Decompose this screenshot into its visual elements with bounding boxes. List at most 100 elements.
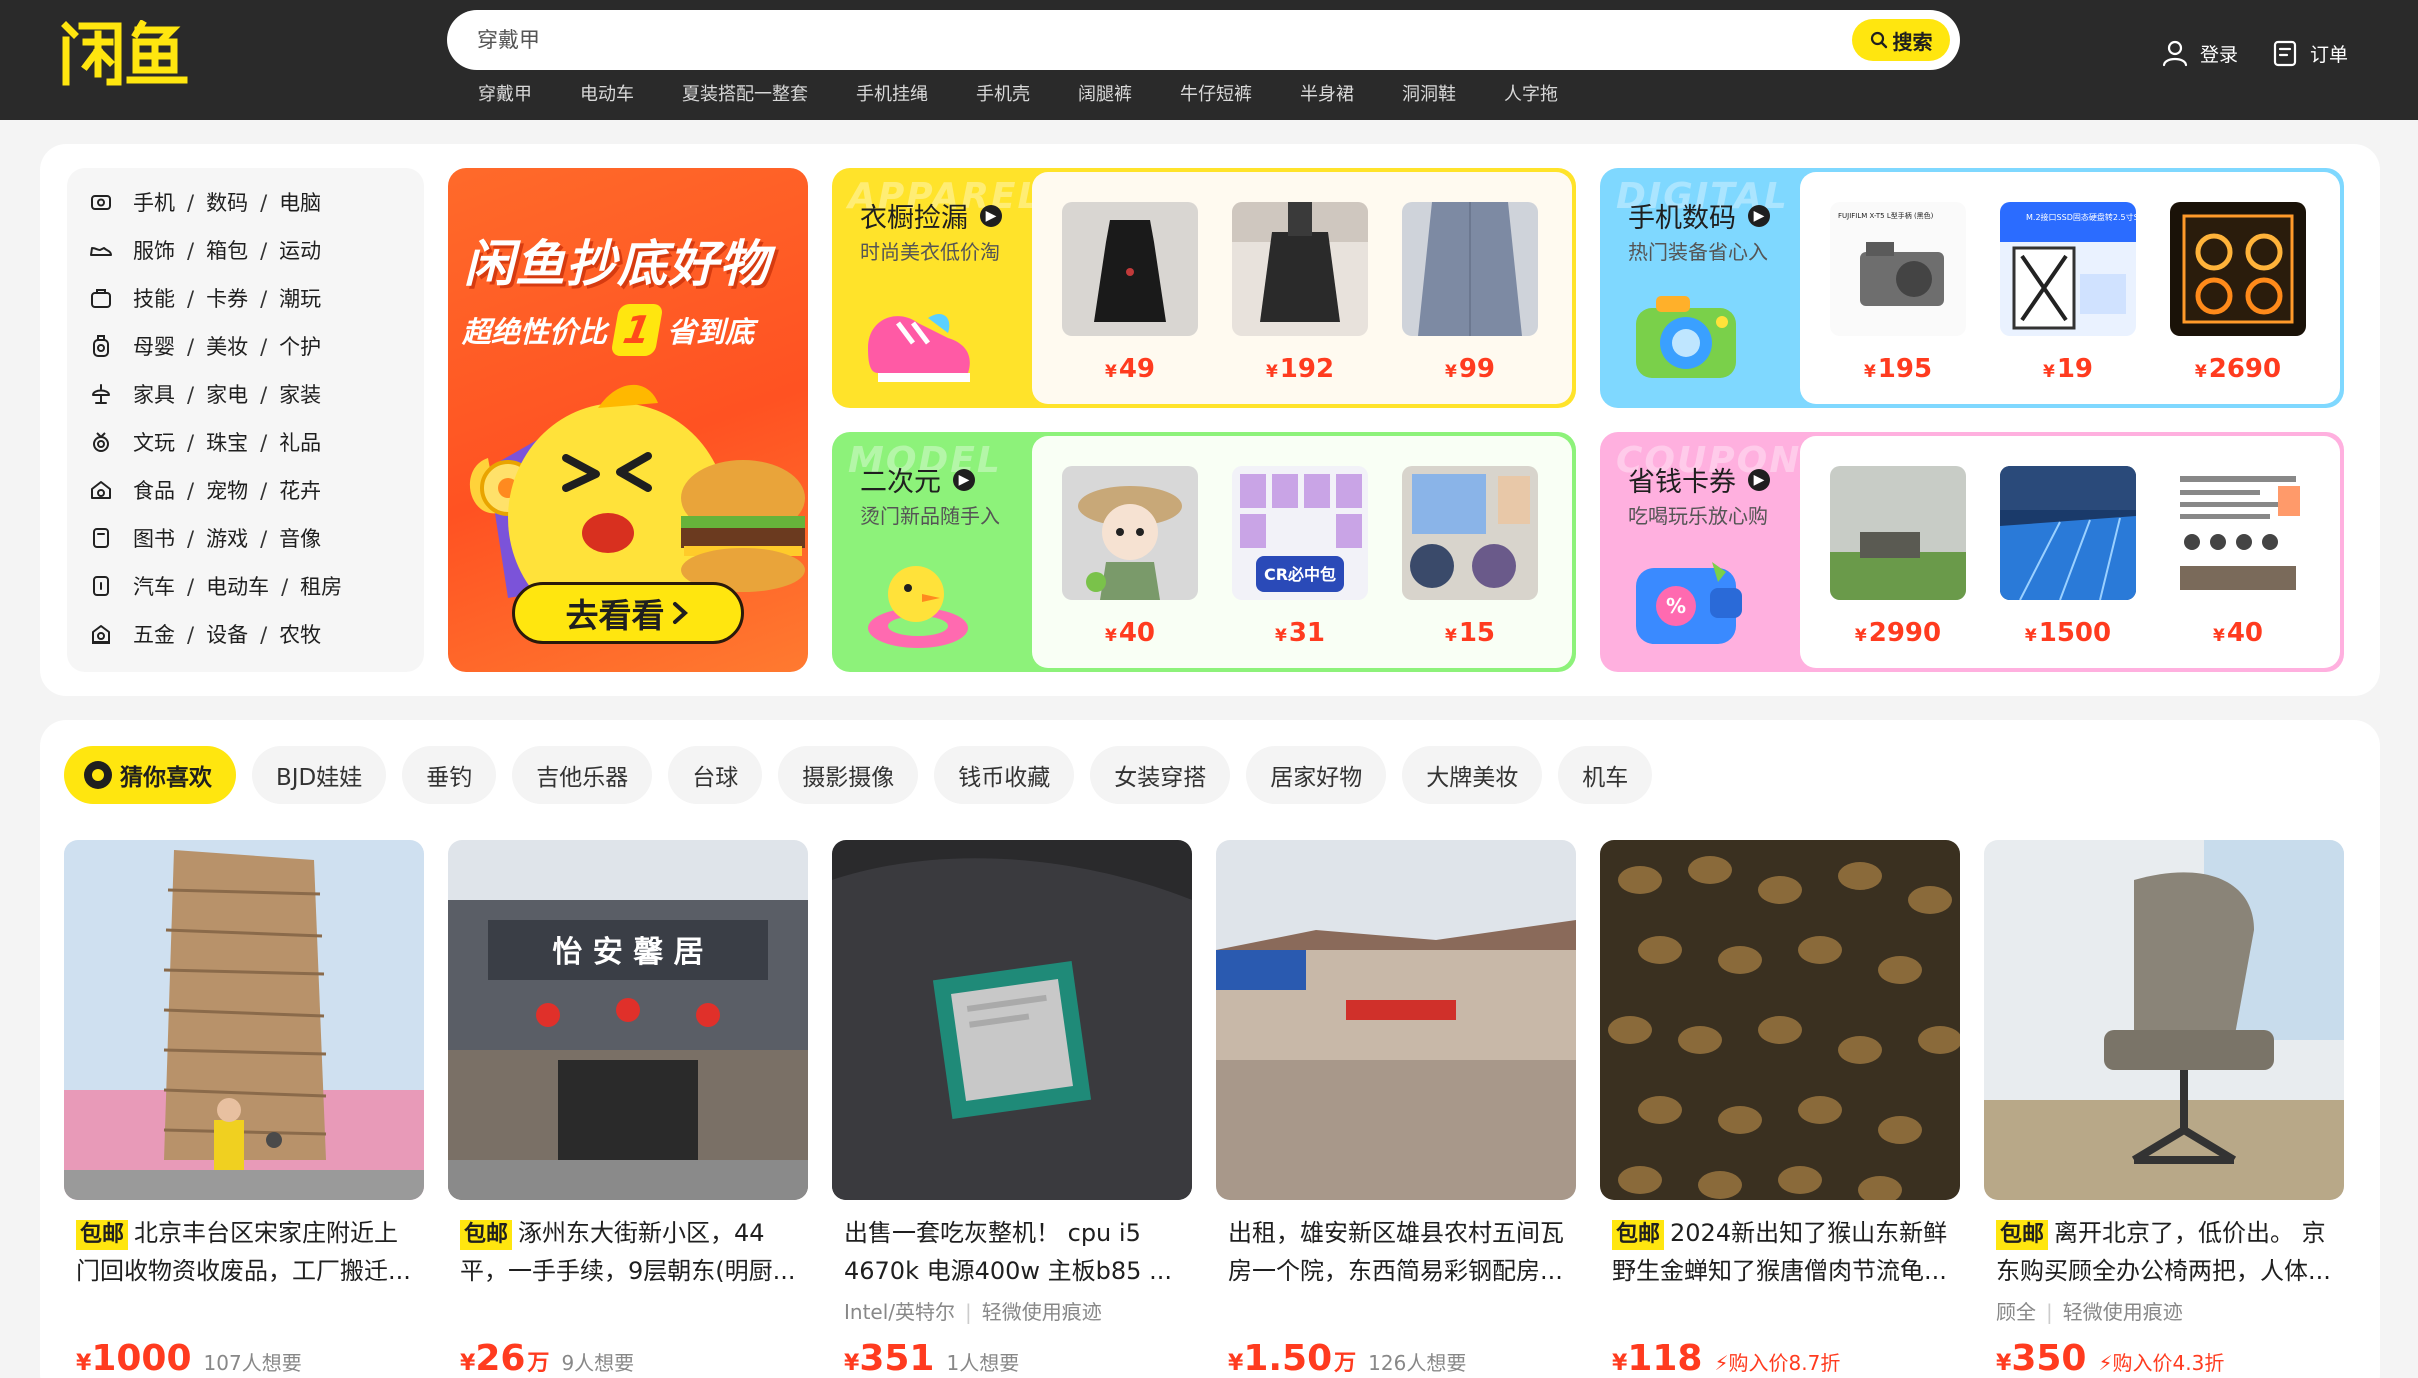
panel-title[interactable]: 衣橱捡漏 ▶: [860, 196, 1002, 235]
tab-photography[interactable]: 摄影摄像: [778, 746, 919, 804]
category-row[interactable]: 手机 / 数码 / 电脑: [67, 178, 424, 226]
lamp-icon: [92, 384, 110, 404]
panel-title[interactable]: 手机数码 ▶: [1628, 196, 1770, 235]
product-card[interactable]: 包邮 离开北京了，低价出。 京东购买顾全办公椅两把，人体... 顾全 | 轻微使用痕迹…: [1984, 840, 2344, 1378]
category-row[interactable]: 食品 / 宠物 / 花卉: [67, 466, 424, 514]
thumb-room: [1830, 466, 1966, 600]
panel-products: FUJIFILM X-T5 L型手柄 (黑色) ¥195 M.2接口SSD固态硬…: [1800, 172, 2340, 404]
tab-billiards[interactable]: 台球: [668, 746, 763, 804]
thumb-price: ¥19: [2042, 354, 2094, 384]
hot-word[interactable]: 半身裙: [1300, 80, 1354, 110]
thumb-price: ¥15: [1444, 618, 1496, 648]
thumb-product[interactable]: ¥15: [1402, 466, 1538, 648]
xianyu-logo[interactable]: 闲鱼: [60, 20, 190, 86]
thumb-camera-grip: FUJIFILM X-T5 L型手柄 (黑色): [1830, 202, 1966, 336]
product-price: ¥118 ⚡购入价8.7折: [1612, 1338, 1841, 1378]
category-row[interactable]: 汽车 / 电动车 / 租房: [67, 562, 424, 610]
product-photo-cpu: [832, 840, 1192, 1200]
product-card[interactable]: 怡 安 馨 居 包邮 涿州东大街新小区，44平，一手手续，9层朝东(明厨... ¥…: [448, 840, 808, 1378]
tab-home-goods[interactable]: 居家好物: [1246, 746, 1387, 804]
thumb-product[interactable]: ¥49: [1062, 202, 1198, 384]
category-text: 手机 / 数码 / 电脑: [133, 191, 322, 215]
product-card[interactable]: 包邮 2024新出知了猴山东新鲜野生金蝉知了猴唐僧肉节流龟... ¥118 ⚡购入价…: [1600, 840, 1962, 1378]
panel-anime[interactable]: MODEL 二次元 ▶ 烫门新品随手入 ¥40 CR必中包 ¥31 ¥15: [832, 432, 1576, 672]
panel-title[interactable]: 省钱卡券 ▶: [1628, 460, 1770, 499]
thumb-product[interactable]: ¥40: [2170, 466, 2306, 648]
panel-products: ¥2990 ¥1500 ¥40: [1800, 436, 2340, 668]
thumb-price: ¥40: [2212, 618, 2264, 648]
tab-bjd-doll[interactable]: BJD娃娃: [252, 746, 387, 804]
thumb-product[interactable]: FUJIFILM X-T5 L型手柄 (黑色) ¥195: [1830, 202, 1966, 384]
category-row[interactable]: 五金 / 设备 / 农牧: [67, 610, 424, 658]
promo-banner[interactable]: 闲鱼抄底好物 超绝性价比 1 省到底 去看看: [448, 168, 808, 672]
thumb-product[interactable]: ¥192: [1232, 202, 1368, 384]
thumb-price: ¥31: [1274, 618, 1326, 648]
search-button[interactable]: 搜索: [1852, 19, 1950, 61]
panel-title[interactable]: 二次元 ▶: [860, 460, 975, 499]
tab-fishing[interactable]: 垂钓: [402, 746, 497, 804]
panel-digital[interactable]: DIGITAL 手机数码 ▶ 热门装备省心入 FUJIFILM X-T5 L型手柄…: [1600, 168, 2344, 408]
promo-go-button[interactable]: 去看看: [512, 582, 744, 644]
category-row[interactable]: 图书 / 游戏 / 音像: [67, 514, 424, 562]
hot-word[interactable]: 夏装搭配一整套: [682, 80, 808, 110]
hot-word[interactable]: 牛仔短裤: [1180, 80, 1252, 110]
thumb-product[interactable]: ¥1500: [2000, 466, 2136, 648]
hot-word[interactable]: 穿戴甲: [478, 80, 532, 110]
product-title: 包邮 离开北京了，低价出。 京东购买顾全办公椅两把，人体...: [1996, 1219, 2331, 1285]
panel-coupon[interactable]: COUPON 省钱卡券 ▶ 吃喝玩乐放心购 % ¥2990 ¥1500 ¥40: [1600, 432, 2344, 672]
category-row[interactable]: 服饰 / 箱包 / 运动: [67, 226, 424, 274]
thumb-price: ¥2690: [2194, 354, 2282, 384]
category-row[interactable]: 家具 / 家电 / 家装: [67, 370, 424, 418]
svg-text:M.2接口SSD固态硬盘转2.5寸SATA: M.2接口SSD固态硬盘转2.5寸SATA: [2026, 212, 2136, 222]
svg-text:怡 安 馨 居: 怡 安 馨 居: [552, 935, 703, 970]
thumb-product[interactable]: ¥2690: [2170, 202, 2306, 384]
category-row[interactable]: 文玩 / 珠宝 / 礼品: [67, 418, 424, 466]
thumb-product[interactable]: M.2接口SSD固态硬盘转2.5寸SATA ¥19: [2000, 202, 2154, 384]
top-header: 闲鱼 搜索 穿戴甲 电动车 夏装搭配一整套 手机挂绳 手机壳 阔腿: [0, 0, 2418, 120]
wallet-coupon-icon: %: [1636, 562, 1742, 644]
product-title: 包邮 2024新出知了猴山东新鲜野生金蝉知了猴唐僧肉节流龟...: [1612, 1219, 1948, 1285]
thumb-blue-skirt: [1402, 202, 1538, 336]
arrow-right-icon: ▶: [953, 468, 975, 491]
tab-coins[interactable]: 钱币收藏: [934, 746, 1075, 804]
product-tags: [448, 1296, 808, 1326]
top-section: 手机 / 数码 / 电脑 服饰 / 箱包 / 运动 技能 / 卡券 / 潮玩 母婴 / 美妆 / 个护 家具 / 家…: [40, 144, 2380, 696]
hot-word[interactable]: 阔腿裤: [1078, 80, 1132, 110]
product-card[interactable]: 包邮 北京丰台区宋家庄附近上门回收物资收废品，工厂搬迁... ¥1000 107人想…: [64, 840, 424, 1378]
panel-products: ¥49 ¥192 ¥99: [1032, 172, 1572, 404]
tab-guess-you-like[interactable]: 猜你喜欢: [64, 746, 236, 804]
hot-word[interactable]: 手机壳: [976, 80, 1030, 110]
tab-cosmetics[interactable]: 大牌美妆: [1402, 746, 1543, 804]
panel-subtitle: 时尚美衣低价淘: [860, 240, 1000, 264]
product-photo-building: 怡 安 馨 居: [448, 840, 808, 1200]
category-row[interactable]: 母婴 / 美妆 / 个护: [67, 322, 424, 370]
search-input[interactable]: [477, 10, 1777, 70]
hot-word[interactable]: 电动车: [580, 80, 634, 110]
product-card[interactable]: 出租，雄安新区雄县农村五间瓦房一个院，东西简易彩钢配房... ¥1.50 万 126…: [1216, 840, 1576, 1378]
svg-text:FUJIFILM X-T5 L型手柄 (黑色): FUJIFILM X-T5 L型手柄 (黑色): [1838, 211, 1934, 220]
product-photo-office-chair: [1984, 840, 2344, 1200]
thumb-product[interactable]: ¥99: [1402, 202, 1538, 384]
thumb-product[interactable]: ¥40: [1062, 466, 1198, 648]
category-text: 文玩 / 珠宝 / 礼品: [133, 431, 322, 455]
product-tags: Intel/英特尔 | 轻微使用痕迹: [844, 1300, 1102, 1324]
hot-word[interactable]: 洞洞鞋: [1402, 80, 1456, 110]
product-card[interactable]: 出售一套吃灰整机！ cpu i5 4670k 电源400w 主板b85 ... …: [832, 840, 1192, 1378]
thumb-skirt: [1232, 202, 1368, 336]
category-row[interactable]: 技能 / 卡券 / 潮玩: [67, 274, 424, 322]
hot-word[interactable]: 人字拖: [1504, 80, 1558, 110]
category-text: 五金 / 设备 / 农牧: [133, 623, 322, 647]
tab-motorcycle[interactable]: 机车: [1558, 746, 1653, 804]
orders-link[interactable]: 订单: [2270, 38, 2348, 68]
tab-womens-wear[interactable]: 女装穿搭: [1090, 746, 1231, 804]
product-title: 出租，雄安新区雄县农村五间瓦房一个院，东西简易彩钢配房...: [1228, 1219, 1564, 1285]
thumb-price: ¥49: [1104, 354, 1156, 384]
product-tags: [1216, 1296, 1576, 1326]
panel-wardrobe[interactable]: APPAREL 衣橱捡漏 ▶ 时尚美衣低价淘 ¥49 ¥192 ¥99: [832, 168, 1576, 408]
hot-word[interactable]: 手机挂绳: [856, 80, 928, 110]
tab-guitar[interactable]: 吉他乐器: [512, 746, 653, 804]
thumb-product[interactable]: CR必中包 ¥31: [1232, 466, 1368, 648]
thumb-product[interactable]: ¥2990: [1830, 466, 1966, 648]
arrow-right-icon: ▶: [1748, 468, 1770, 491]
login-link[interactable]: 登录: [2160, 38, 2238, 68]
